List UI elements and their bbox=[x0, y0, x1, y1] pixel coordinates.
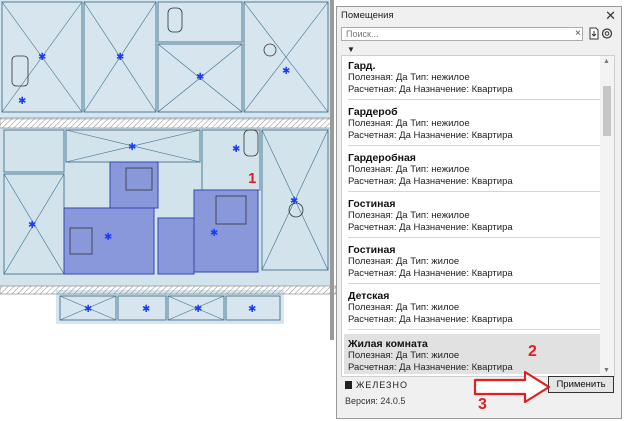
list-item[interactable]: Гостиная Полезная: Да Тип: нежилое Расче… bbox=[348, 198, 600, 238]
room-purpose: Назначение: Квартира bbox=[413, 176, 513, 187]
svg-text:✱: ✱ bbox=[38, 52, 46, 63]
room-purpose: Назначение: Квартира bbox=[413, 222, 513, 233]
list-item-selected[interactable]: Жилая комната Полезная: Да Тип: жилое Ра… bbox=[344, 334, 600, 374]
scroll-down-icon[interactable]: ▼ bbox=[603, 367, 610, 374]
list-item[interactable]: Гардероб Полезная: Да Тип: нежилое Расче… bbox=[348, 106, 600, 146]
room-useful: Полезная: Да bbox=[348, 118, 408, 129]
list-item[interactable]: Гардеробная Полезная: Да Тип: нежилое Ра… bbox=[348, 152, 600, 192]
panel-title: Помещения bbox=[341, 10, 394, 21]
room-useful: Полезная: Да bbox=[348, 350, 408, 361]
search-input[interactable]: Поиск... bbox=[341, 27, 583, 41]
list-item[interactable]: Детская Полезная: Да Тип: жилое Расчетна… bbox=[348, 290, 600, 330]
svg-text:✱: ✱ bbox=[128, 142, 136, 153]
svg-text:✱: ✱ bbox=[28, 220, 36, 231]
room-purpose: Назначение: Квартира bbox=[413, 84, 513, 95]
version-label: Версия: 24.0.5 bbox=[345, 396, 406, 406]
pointer-arrow-icon bbox=[473, 370, 551, 404]
step-1-marker: 1 bbox=[248, 170, 257, 187]
svg-text:✱: ✱ bbox=[142, 304, 150, 315]
svg-text:✱: ✱ bbox=[84, 304, 92, 315]
scroll-up-icon[interactable]: ▲ bbox=[603, 58, 610, 65]
room-type: Тип: нежилое bbox=[410, 164, 470, 175]
divider bbox=[348, 191, 600, 192]
divider bbox=[348, 145, 600, 146]
room-calc: Расчетная: Да bbox=[348, 314, 411, 325]
rooms-panel: Помещения ✕ Поиск... × ▼ Гард. Полезная:… bbox=[336, 6, 622, 419]
scrollbar-thumb[interactable] bbox=[603, 86, 611, 136]
room-name: Жилая комната bbox=[348, 338, 428, 350]
room-useful: Полезная: Да bbox=[348, 210, 408, 221]
svg-text:✱: ✱ bbox=[18, 96, 26, 107]
svg-text:✱: ✱ bbox=[194, 304, 202, 315]
clear-search-icon[interactable]: × bbox=[575, 29, 581, 39]
svg-text:✱: ✱ bbox=[116, 52, 124, 63]
divider bbox=[348, 99, 600, 100]
apply-button[interactable]: Применить bbox=[548, 376, 614, 393]
divider bbox=[348, 329, 600, 330]
room-purpose: Назначение: Квартира bbox=[413, 268, 513, 279]
settings-icon[interactable] bbox=[601, 27, 613, 40]
divider bbox=[348, 283, 600, 284]
room-name: Гардероб bbox=[348, 106, 398, 118]
svg-text:✱: ✱ bbox=[104, 232, 112, 243]
room-useful: Полезная: Да bbox=[348, 164, 408, 175]
room-useful: Полезная: Да bbox=[348, 256, 408, 267]
room-name: Гард. bbox=[348, 60, 376, 72]
room-purpose: Назначение: Квартира bbox=[413, 130, 513, 141]
room-type: Тип: жилое bbox=[410, 256, 460, 267]
export-file-icon[interactable] bbox=[588, 27, 600, 40]
divider bbox=[348, 237, 600, 238]
room-calc: Расчетная: Да bbox=[348, 130, 411, 141]
room-calc: Расчетная: Да bbox=[348, 362, 411, 373]
floor-plan-view[interactable]: ✱ ✱ ✱ ✱ ✱ ✱ ✱ ✱ ✱ ✱ ✱ ✱ ✱ ✱ ✱ 1 bbox=[0, 0, 336, 340]
svg-text:✱: ✱ bbox=[248, 304, 256, 315]
list-item[interactable]: Гард. Полезная: Да Тип: нежилое Расчетна… bbox=[348, 60, 600, 100]
rooms-list[interactable]: Гард. Полезная: Да Тип: нежилое Расчетна… bbox=[341, 55, 615, 377]
room-useful: Полезная: Да bbox=[348, 72, 408, 83]
room-name: Гостиная bbox=[348, 198, 396, 210]
room-name: Детская bbox=[348, 290, 390, 302]
svg-text:✱: ✱ bbox=[196, 72, 204, 83]
room-useful: Полезная: Да bbox=[348, 302, 408, 313]
brand-logo: ЖЕЛЕЗНО bbox=[345, 380, 408, 390]
brand-icon bbox=[345, 381, 352, 389]
svg-text:✱: ✱ bbox=[210, 228, 218, 239]
close-icon[interactable]: ✕ bbox=[605, 8, 616, 24]
room-type: Тип: нежилое bbox=[410, 210, 470, 221]
room-calc: Расчетная: Да bbox=[348, 222, 411, 233]
step-2-marker: 2 bbox=[528, 343, 537, 360]
brand-name: ЖЕЛЕЗНО bbox=[356, 380, 408, 390]
list-item[interactable]: Гостиная Полезная: Да Тип: жилое Расчетн… bbox=[348, 244, 600, 284]
room-type: Тип: жилое bbox=[410, 302, 460, 313]
room-calc: Расчетная: Да bbox=[348, 176, 411, 187]
sort-arrow-icon[interactable]: ▼ bbox=[347, 45, 355, 54]
room-type: Тип: нежилое bbox=[410, 118, 470, 129]
svg-text:✱: ✱ bbox=[232, 144, 240, 155]
room-type: Тип: нежилое bbox=[410, 72, 470, 83]
room-name: Гостиная bbox=[348, 244, 396, 256]
room-purpose: Назначение: Квартира bbox=[413, 314, 513, 325]
room-type: Тип: жилое bbox=[410, 350, 460, 361]
room-calc: Расчетная: Да bbox=[348, 84, 411, 95]
svg-text:✱: ✱ bbox=[282, 66, 290, 77]
scrollbar[interactable]: ▲ ▼ bbox=[600, 56, 614, 376]
room-name: Гардеробная bbox=[348, 152, 416, 164]
room-calc: Расчетная: Да bbox=[348, 268, 411, 279]
floor-plan-drawing: ✱ ✱✱ ✱✱✱ ✱ ✱✱ ✱ ✱ ✱ ✱ ✱✱ bbox=[0, 0, 336, 340]
